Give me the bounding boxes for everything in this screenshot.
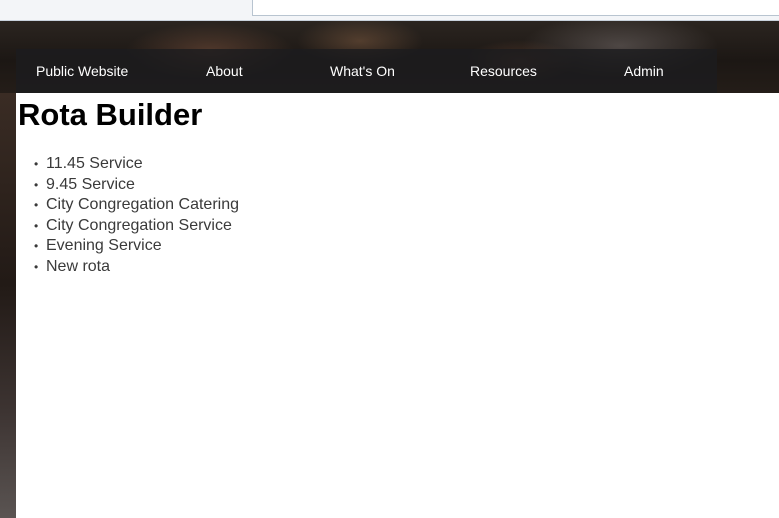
rota-label: 9.45 Service xyxy=(46,175,135,193)
rota-link-city-congregation-catering[interactable]: • City Congregation Catering xyxy=(32,195,239,216)
nav-item-about[interactable]: About xyxy=(206,49,243,93)
page-background-edge xyxy=(0,93,16,518)
rota-label: Evening Service xyxy=(46,237,162,254)
main-content: Rota Builder • 11.45 Service • 9.45 Serv… xyxy=(16,93,779,518)
rota-link-11-45-service[interactable]: • 11.45 Service xyxy=(32,154,239,175)
bullet-icon: • xyxy=(34,177,39,192)
nav-item-admin[interactable]: Admin xyxy=(624,49,664,93)
rota-link-city-congregation-service[interactable]: • City Congregation Service xyxy=(32,216,239,237)
rota-label: City Congregation Service xyxy=(46,216,232,234)
bullet-icon: • xyxy=(34,239,39,253)
rota-link-evening-service[interactable]: • Evening Service xyxy=(32,236,239,257)
rota-label: 11.45 Service xyxy=(46,155,143,172)
nav-item-whats-on[interactable]: What's On xyxy=(330,49,395,93)
bullet-icon: • xyxy=(34,198,39,212)
bullet-icon: • xyxy=(34,157,39,171)
rota-link-9-45-service[interactable]: • 9.45 Service xyxy=(32,175,239,196)
browser-toolbar xyxy=(0,0,779,21)
nav-item-public-website[interactable]: Public Website xyxy=(36,49,128,93)
rota-list: • 11.45 Service • 9.45 Service • City Co… xyxy=(32,154,239,277)
rota-link-new-rota[interactable]: • New rota xyxy=(32,257,239,278)
browser-viewport: Public Website About What's On Resources… xyxy=(0,0,779,518)
page-title: Rota Builder xyxy=(18,97,203,132)
rota-label: City Congregation Catering xyxy=(46,196,239,213)
bullet-icon: • xyxy=(34,218,39,233)
bullet-icon: • xyxy=(34,259,39,274)
main-navigation: Public Website About What's On Resources… xyxy=(16,49,717,93)
rota-label: New rota xyxy=(46,257,111,275)
address-bar[interactable] xyxy=(252,0,779,16)
nav-item-resources[interactable]: Resources xyxy=(470,49,537,93)
